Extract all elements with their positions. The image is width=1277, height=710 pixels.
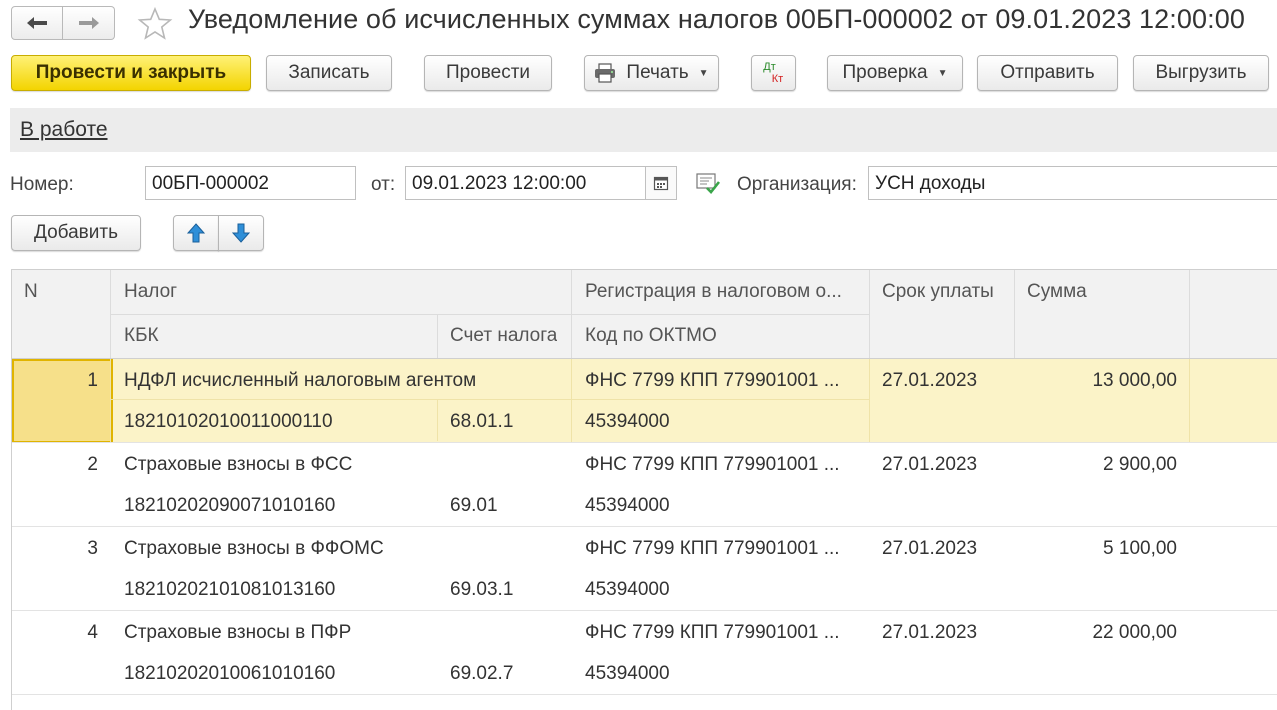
cell-kbk: 18210202101081013160	[124, 579, 336, 600]
table-row[interactable]: 2 Страховые взносы в ФСС 182102020900710…	[12, 443, 1277, 527]
header-n[interactable]: N	[24, 281, 38, 303]
cell-kbk: 18210102010011000110	[124, 411, 333, 432]
cell-kbk: 18210202010061010160	[124, 663, 336, 684]
cell-tax: Страховые взносы в ПФР	[124, 622, 352, 643]
add-row-button[interactable]: Добавить	[11, 215, 141, 251]
date-label: от:	[371, 174, 396, 195]
calendar-icon	[653, 176, 669, 191]
calendar-button[interactable]	[645, 166, 677, 200]
cell-n: 1	[87, 370, 98, 391]
save-button[interactable]: Записать	[266, 55, 392, 91]
cell-kbk: 18210202090071010160	[124, 495, 336, 516]
cell-n: 4	[87, 622, 98, 643]
table-row[interactable]: 3 Страховые взносы в ФФОМС 1821020210108…	[12, 527, 1277, 611]
cell-due-date: 27.01.2023	[882, 370, 978, 391]
page-title: Уведомление об исчисленных суммах налого…	[188, 4, 1245, 34]
table-row[interactable]: 1 НДФЛ исчисленный налоговым агентом 182…	[12, 359, 1277, 443]
cell-oktmo: 45394000	[585, 411, 670, 432]
move-up-button[interactable]	[173, 215, 219, 251]
header-registration[interactable]: Регистрация в налоговом о...	[585, 281, 867, 303]
cell-account: 69.02.7	[450, 663, 514, 684]
header-due-date[interactable]: Срок уплаты	[882, 281, 994, 303]
header-oktmo[interactable]: Код по ОКТМО	[585, 325, 717, 347]
move-down-button[interactable]	[218, 215, 264, 251]
cell-sum: 22 000,00	[1092, 622, 1177, 643]
status-bar	[10, 108, 1277, 152]
cell-oktmo: 45394000	[585, 579, 670, 600]
cell-sum: 13 000,00	[1092, 370, 1177, 391]
chevron-down-icon: ▼	[698, 67, 709, 79]
header-tax[interactable]: Налог	[124, 281, 177, 303]
organization-field[interactable]: УСН доходы	[868, 166, 1277, 200]
arrow-left-icon	[27, 17, 47, 29]
cell-n: 2	[87, 454, 98, 475]
number-label: Номер:	[10, 174, 74, 195]
send-button[interactable]: Отправить	[977, 55, 1118, 91]
forward-button[interactable]	[63, 6, 115, 40]
taxes-table: N Налог КБК Счет налога Регистрация в на…	[11, 269, 1277, 710]
table-row[interactable]: 4 Страховые взносы в ПФР 182102020100610…	[12, 611, 1277, 695]
arrow-up-icon	[187, 223, 205, 243]
check-label: Проверка	[842, 62, 928, 83]
cell-sum: 2 900,00	[1103, 454, 1177, 475]
cell-tax: Страховые взносы в ФСС	[124, 454, 353, 475]
cell-due-date: 27.01.2023	[882, 538, 978, 559]
organization-label: Организация:	[737, 174, 857, 195]
arrow-right-icon	[78, 17, 99, 29]
cell-due-date: 27.01.2023	[882, 454, 978, 475]
cell-registration: ФНС 7799 КПП 779901001 ...	[585, 370, 840, 391]
cell-registration: ФНС 7799 КПП 779901001 ...	[585, 454, 840, 475]
post-and-close-button[interactable]: Провести и закрыть	[11, 55, 251, 91]
header-sum[interactable]: Сумма	[1027, 281, 1087, 303]
dt-label: Дт	[763, 61, 776, 73]
cell-account: 69.03.1	[450, 579, 514, 600]
cell-account: 68.01.1	[450, 411, 514, 432]
print-label: Печать	[626, 62, 689, 83]
status-link[interactable]: В работе	[20, 118, 108, 142]
export-button[interactable]: Выгрузить	[1133, 55, 1269, 91]
dt-kt-button[interactable]: Дт Кт	[751, 55, 796, 91]
star-icon	[137, 6, 173, 40]
cell-oktmo: 45394000	[585, 495, 670, 516]
check-doc-icon	[696, 173, 721, 194]
date-field[interactable]: 09.01.2023 12:00:00	[405, 166, 646, 200]
kt-label: Кт	[771, 73, 784, 85]
number-field[interactable]: 00БП-000002	[145, 166, 356, 200]
cell-registration: ФНС 7799 КПП 779901001 ...	[585, 538, 840, 559]
cell-registration: ФНС 7799 КПП 779901001 ...	[585, 622, 840, 643]
header-kbk[interactable]: КБК	[124, 325, 159, 347]
check-button[interactable]: Проверка ▼	[827, 55, 963, 91]
favorite-star-button[interactable]	[137, 6, 173, 42]
cell-n: 3	[87, 538, 98, 559]
cell-due-date: 27.01.2023	[882, 622, 978, 643]
back-button[interactable]	[11, 6, 63, 40]
cell-oktmo: 45394000	[585, 663, 670, 684]
print-button[interactable]: Печать ▼	[584, 55, 719, 91]
printer-icon	[595, 63, 616, 83]
cell-tax: Страховые взносы в ФФОМС	[124, 538, 384, 559]
header-account[interactable]: Счет налога	[450, 325, 557, 347]
chevron-down-icon: ▼	[937, 67, 948, 79]
arrow-down-icon	[232, 223, 250, 243]
cell-sum: 5 100,00	[1103, 538, 1177, 559]
cell-account: 69.01	[450, 495, 498, 516]
check-doc-button[interactable]	[695, 171, 721, 200]
cell-tax: НДФЛ исчисленный налоговым агентом	[124, 370, 477, 391]
post-button[interactable]: Провести	[424, 55, 552, 91]
